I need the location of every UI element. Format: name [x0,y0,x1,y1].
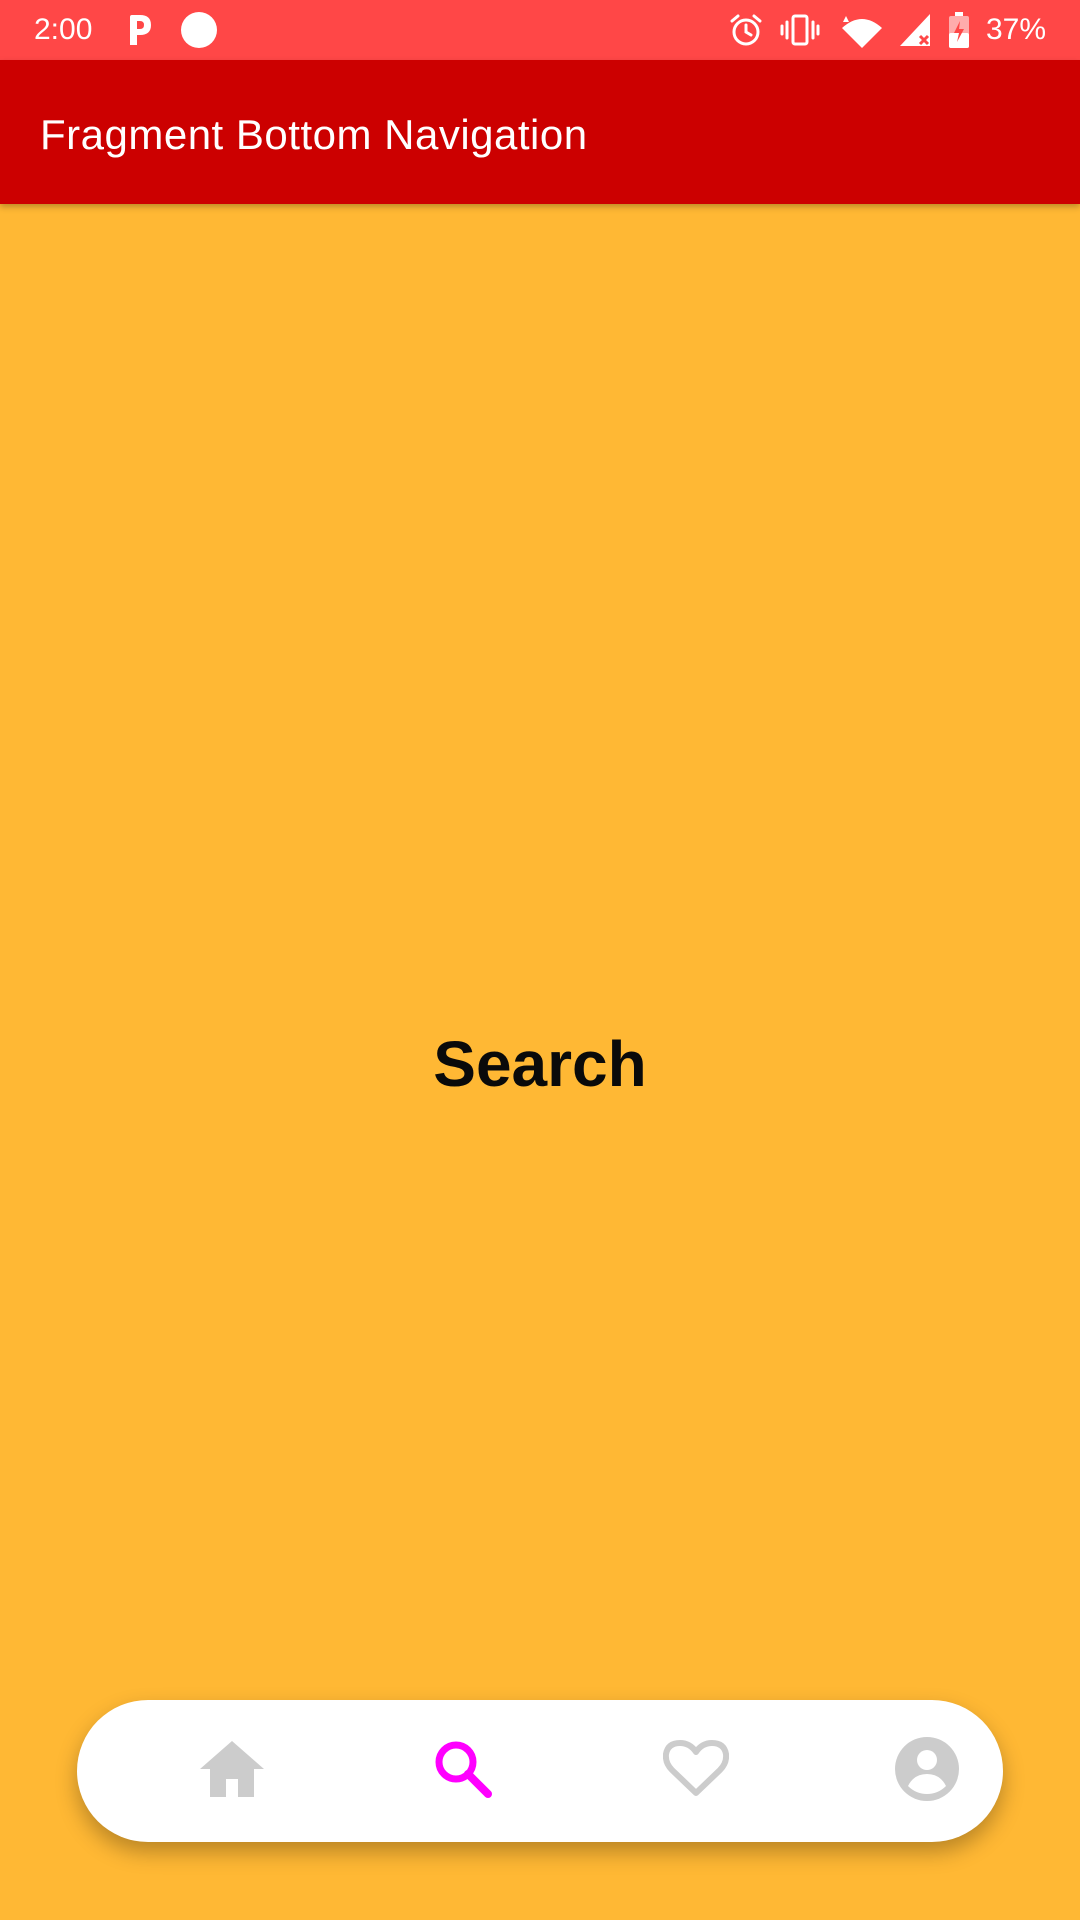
status-right-icons: 37% [728,8,1046,52]
bottom-navigation [77,1700,1003,1842]
cell-signal-icon [898,12,932,48]
status-left-icons [124,10,218,50]
nav-item-favorites[interactable] [656,1731,736,1811]
wifi-icon [836,12,882,48]
status-time: 2:00 [34,13,93,46]
vibrate-icon [780,12,820,48]
nav-item-home[interactable] [192,1731,272,1811]
circle-notification-icon [180,11,218,49]
home-icon [198,1739,266,1804]
app-title: Fragment Bottom Navigation [40,111,588,158]
fragment-label: Search [433,1028,647,1100]
alarm-icon [728,12,764,48]
status-bar: 2:00 37% [0,0,1080,60]
heart-icon [662,1739,730,1804]
parking-p-icon [124,13,154,47]
app-screen: 2:00 37% Fragment Bottom Navigation Sear… [0,0,1080,1920]
nav-item-profile[interactable] [887,1731,967,1811]
battery-percentage: 37% [985,13,1046,46]
nav-item-search[interactable] [423,1731,503,1811]
battery-charging-icon [948,11,970,49]
app-bar: Fragment Bottom Navigation [0,60,1080,204]
search-icon [433,1739,493,1804]
account-circle-icon [894,1736,960,1807]
